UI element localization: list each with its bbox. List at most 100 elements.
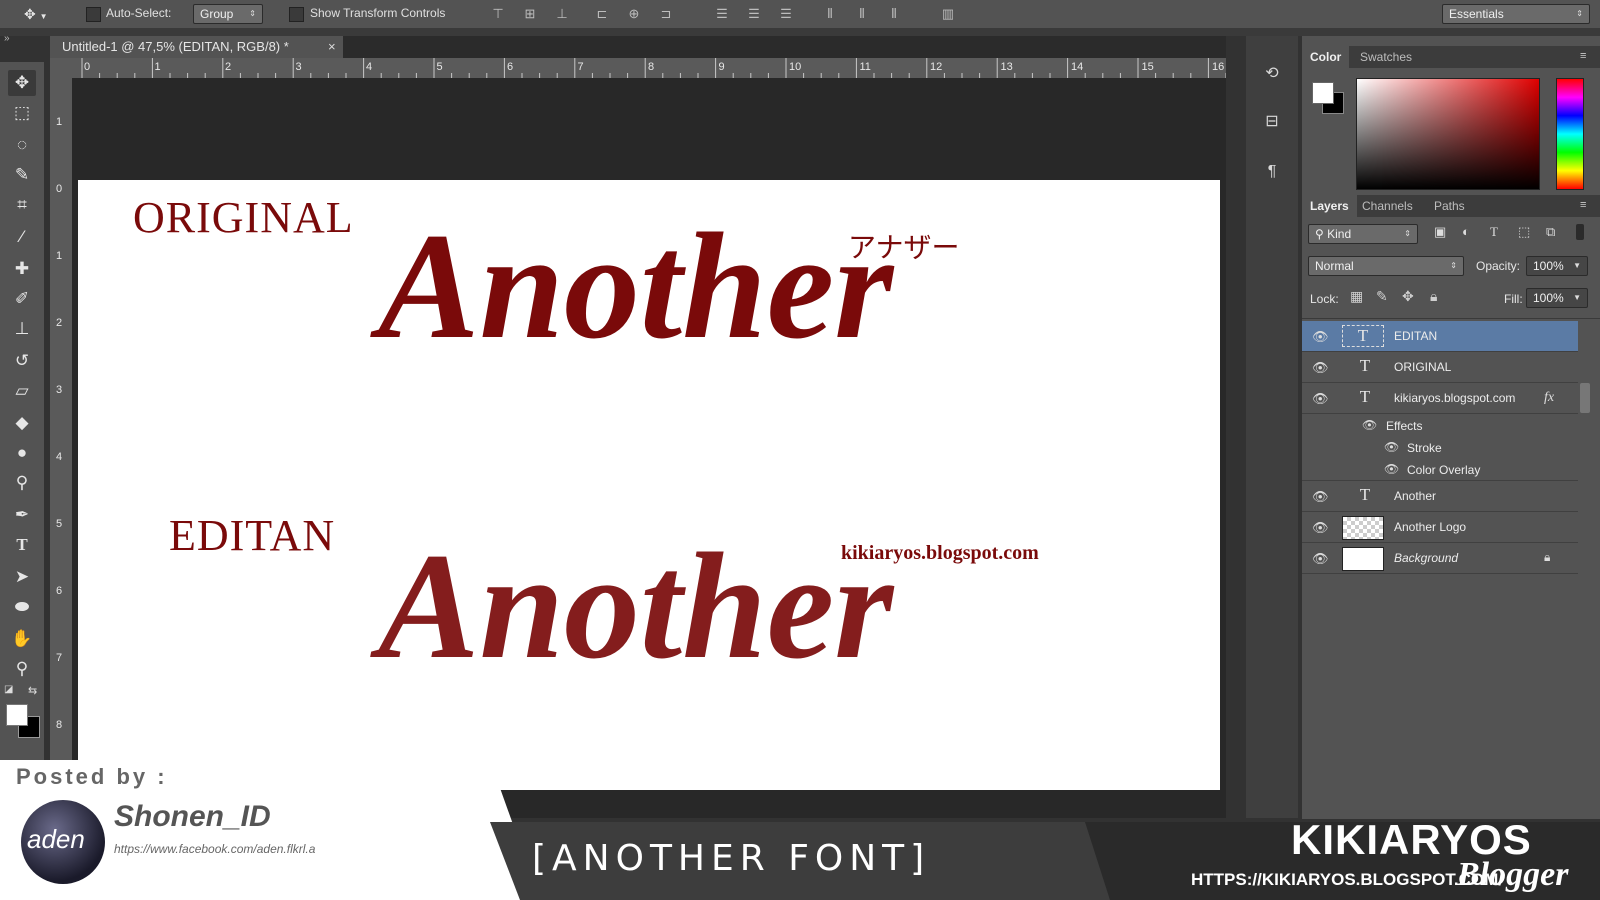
history-panel-icon[interactable]: ⟲ (1260, 62, 1284, 86)
quick-selection-tool-icon[interactable]: ✎ (8, 162, 36, 188)
visibility-eye-icon[interactable]: 👁︎ (1312, 489, 1329, 505)
color-panel-fg-swatch[interactable] (1312, 82, 1334, 104)
hand-tool-icon[interactable]: ✋ (8, 626, 36, 652)
show-transform-checkbox[interactable] (289, 7, 304, 23)
panel-menu-icon[interactable]: ≡ (1580, 50, 1586, 62)
lock-image-icon[interactable]: ✎ (1376, 288, 1388, 305)
lock-position-icon[interactable]: ✥ (1402, 288, 1414, 305)
effect-stroke[interactable]: Stroke (1407, 441, 1442, 455)
chevron-updown-icon: ⇕ (249, 9, 256, 18)
align-right-edges-icon[interactable]: ⊐ (658, 6, 674, 22)
layers-list: 👁︎ T EDITAN 👁︎ T ORIGINAL 👁︎ T kikiaryos… (1302, 318, 1600, 819)
layer-filter-kind[interactable]: ⚲ Kind ⇕ (1308, 224, 1418, 244)
filter-toggle-switch[interactable] (1576, 224, 1584, 240)
auto-select-dropdown[interactable]: Group ⇕ (193, 4, 263, 24)
ruler-tick-label: 13 (1000, 61, 1013, 73)
filter-pixel-icon[interactable]: ▣ (1434, 224, 1446, 240)
auto-align-layers-icon[interactable]: ▥ (940, 6, 956, 22)
pen-tool-icon[interactable]: ✒ (8, 502, 36, 528)
visibility-eye-icon[interactable]: 👁︎ (1362, 418, 1377, 432)
layer-fx-icon[interactable]: fx (1544, 390, 1554, 406)
hue-slider[interactable] (1556, 78, 1584, 190)
align-vertical-centers-icon[interactable]: ⊞ (522, 6, 538, 22)
distribute-left-icon[interactable]: ⫴ (822, 6, 838, 22)
panel-menu-icon[interactable]: ≡ (1580, 199, 1586, 211)
color-spectrum-field[interactable] (1356, 78, 1540, 190)
character-panel-icon[interactable]: ¶ (1260, 160, 1284, 184)
align-left-edges-icon[interactable]: ⊏ (594, 6, 610, 22)
swap-colors-icon[interactable]: ⇆ (28, 684, 37, 697)
ellipse-tool-icon[interactable]: ⬬ (8, 594, 36, 620)
ruler-vertical[interactable]: 1 0 1 2 3 4 5 6 7 8 (50, 78, 73, 768)
healing-brush-tool-icon[interactable]: ✚ (8, 256, 36, 282)
layer-row-original[interactable]: 👁︎ T ORIGINAL (1302, 352, 1578, 383)
blend-mode-dropdown[interactable]: Normal ⇕ (1308, 256, 1464, 276)
tab-paths[interactable]: Paths (1426, 195, 1473, 217)
effect-color-overlay[interactable]: Color Overlay (1407, 463, 1480, 477)
brush-tool-icon[interactable]: ✐ (8, 286, 36, 312)
default-colors-icon[interactable]: ◪ (4, 684, 13, 695)
align-bottom-edges-icon[interactable]: ⊥ (554, 6, 570, 22)
opacity-input[interactable]: 100% ▼ (1526, 256, 1588, 276)
text-layer-icon: T (1359, 356, 1371, 375)
expand-toolbar-icon[interactable]: » (4, 33, 10, 44)
blur-tool-icon[interactable]: ● (8, 440, 36, 466)
tab-channels[interactable]: Channels (1354, 195, 1421, 217)
distribute-vertical-centers-icon[interactable]: ☰ (746, 6, 762, 22)
lock-all-icon[interactable]: 🔒︎ (1430, 288, 1437, 305)
visibility-eye-icon[interactable]: 👁︎ (1384, 462, 1399, 476)
dodge-tool-icon[interactable]: ⚲ (8, 470, 36, 496)
tab-color[interactable]: Color (1302, 46, 1350, 68)
align-horizontal-centers-icon[interactable]: ⊕ (626, 6, 642, 22)
marquee-tool-icon[interactable]: ⬚ (8, 100, 36, 126)
eyedropper-tool-icon[interactable]: ⁄ (8, 224, 36, 250)
move-tool-preset-icon[interactable]: ✥ ▼ (24, 4, 64, 24)
layer-row-editan[interactable]: 👁︎ T EDITAN (1302, 321, 1578, 352)
document-tab[interactable]: Untitled-1 @ 47,5% (EDITAN, RGB/8) * × (50, 36, 343, 58)
close-tab-icon[interactable]: × (328, 36, 336, 58)
lasso-tool-icon[interactable]: ◌ (8, 132, 36, 158)
lock-transparent-icon[interactable]: ▦ (1350, 288, 1363, 305)
foreground-color-swatch[interactable] (6, 704, 28, 726)
history-brush-tool-icon[interactable]: ↺ (8, 348, 36, 374)
visibility-eye-icon[interactable]: 👁︎ (1312, 551, 1329, 567)
layer-row-kikiaryos[interactable]: 👁︎ T kikiaryos.blogspot.com fx (1302, 383, 1578, 414)
filter-type-icon[interactable]: T (1490, 224, 1498, 240)
properties-panel-icon[interactable]: ⊟ (1260, 110, 1284, 134)
layer-row-background[interactable]: 👁︎ Background 🔒︎ (1302, 543, 1578, 574)
path-selection-tool-icon[interactable]: ➤ (8, 564, 36, 590)
workspace-switcher[interactable]: Essentials ⇕ (1442, 4, 1590, 24)
visibility-eye-icon[interactable]: 👁︎ (1312, 360, 1329, 376)
distribute-horizontal-centers-icon[interactable]: ⫴ (854, 6, 870, 22)
visibility-eye-icon[interactable]: 👁︎ (1312, 391, 1329, 407)
clone-stamp-tool-icon[interactable]: ⊥ (8, 316, 36, 342)
author-name: Shonen_ID (114, 800, 271, 833)
distribute-top-icon[interactable]: ☰ (714, 6, 730, 22)
zoom-tool-icon[interactable]: ⚲ (8, 656, 36, 682)
filter-smart-object-icon[interactable]: ⧉ (1546, 224, 1555, 240)
crop-tool-icon[interactable]: ⌗ (8, 192, 36, 218)
layer-row-another-logo[interactable]: 👁︎ Another Logo (1302, 512, 1578, 543)
visibility-eye-icon[interactable]: 👁︎ (1384, 440, 1399, 454)
move-tool-icon[interactable]: ✥ (8, 70, 36, 96)
tab-swatches[interactable]: Swatches (1352, 46, 1420, 68)
distribute-bottom-icon[interactable]: ☰ (778, 6, 794, 22)
type-tool-icon[interactable]: T (8, 532, 36, 558)
auto-select-checkbox[interactable] (86, 7, 101, 23)
ruler-tick-label: 10 (789, 61, 802, 73)
paint-bucket-tool-icon[interactable]: ◆ (8, 410, 36, 436)
distribute-right-icon[interactable]: ⫴ (886, 6, 902, 22)
visibility-eye-icon[interactable]: 👁︎ (1312, 329, 1329, 345)
layer-row-another[interactable]: 👁︎ T Another (1302, 481, 1578, 512)
document-canvas[interactable]: ORIGINAL Another アナザー EDITAN Another kik… (78, 180, 1220, 790)
layers-scrollbar[interactable] (1580, 383, 1590, 413)
eraser-tool-icon[interactable]: ▱ (8, 378, 36, 404)
ruler-horizontal[interactable]: 0 1 2 3 4 5 6 7 8 9 10 11 12 13 14 15 16 (50, 58, 1226, 79)
fill-input[interactable]: 100% ▼ (1526, 288, 1588, 308)
filter-shape-icon[interactable]: ⬚ (1518, 224, 1530, 240)
panel-dock: ⟲ ⊟ ¶ (1246, 36, 1298, 818)
align-top-edges-icon[interactable]: ⊤ (490, 6, 506, 22)
tab-layers[interactable]: Layers (1302, 195, 1357, 217)
filter-adjustment-icon[interactable]: ◐ (1462, 224, 1470, 239)
visibility-eye-icon[interactable]: 👁︎ (1312, 520, 1329, 536)
